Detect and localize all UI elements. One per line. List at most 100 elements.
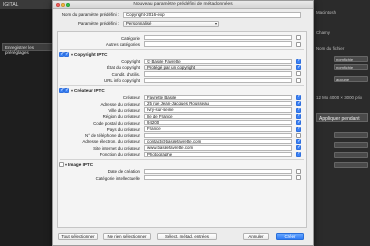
field-checkbox[interactable] bbox=[296, 113, 301, 119]
preset-label: Paramètre prédéfini : bbox=[78, 21, 119, 26]
zoom-window-icon[interactable] bbox=[66, 3, 70, 7]
field-checkbox[interactable] bbox=[296, 101, 301, 107]
create-button[interactable]: Créer bbox=[276, 233, 304, 240]
field-input[interactable]: Favrette Basile bbox=[144, 94, 292, 101]
preset-name-label: Nom du paramètre prédéfini : bbox=[61, 12, 119, 17]
field-checkbox[interactable] bbox=[296, 126, 301, 132]
field-input[interactable]: contact@basilefavrette.com bbox=[144, 138, 292, 145]
field-label: Créateur bbox=[122, 95, 140, 101]
close-window-icon[interactable] bbox=[56, 3, 60, 7]
field-label: Ville du créateur bbox=[108, 107, 140, 113]
field-checkbox[interactable] bbox=[296, 145, 301, 151]
section-title-text: Copyright IPTC bbox=[74, 51, 108, 57]
right-row: Macintosh bbox=[316, 10, 337, 15]
section-divider bbox=[60, 84, 304, 86]
field-label: Fonction du créateur bbox=[99, 152, 140, 157]
right-row: Chamy bbox=[316, 30, 330, 35]
select-filled-button[interactable]: Sélect. métad. entrées bbox=[157, 233, 217, 240]
field-input[interactable]: © Basile Favrette bbox=[144, 58, 292, 64]
select-all-button[interactable]: Tout sélectionner bbox=[58, 233, 98, 240]
field-checkbox[interactable] bbox=[296, 94, 301, 100]
right-select[interactable]: nomfichie bbox=[334, 56, 368, 62]
field-label: Adresse électron. du créateur bbox=[82, 139, 140, 145]
disclosure-triangle-icon[interactable]: ▾ bbox=[71, 88, 73, 93]
field-checkbox[interactable] bbox=[296, 41, 301, 47]
field-checkbox[interactable] bbox=[296, 138, 301, 145]
field-input[interactable] bbox=[144, 175, 292, 181]
right-row: Nom du fichier bbox=[316, 46, 345, 51]
field-label: URL info copyright bbox=[104, 78, 140, 83]
field-checkbox[interactable] bbox=[296, 64, 301, 71]
right-select[interactable] bbox=[334, 162, 368, 168]
minimize-window-icon[interactable] bbox=[61, 3, 65, 7]
right-select[interactable] bbox=[334, 132, 368, 138]
field-label: Condit. d'utilis. bbox=[111, 71, 140, 77]
section-divider bbox=[60, 48, 304, 50]
field-label: Date de création bbox=[107, 169, 140, 175]
right-select[interactable]: aucune bbox=[334, 76, 368, 82]
field-input[interactable]: France bbox=[144, 126, 292, 132]
field-label: Région du créateur bbox=[102, 114, 140, 120]
field-checkbox[interactable] bbox=[296, 107, 301, 113]
save-presets-button[interactable]: Enregistrer les préréglages bbox=[2, 43, 56, 55]
right-select[interactable] bbox=[334, 152, 368, 158]
preset-header-panel: Nom du paramètre prédéfini : Copyright-2… bbox=[57, 11, 309, 29]
cancel-button[interactable]: Annuler bbox=[243, 233, 269, 240]
left-panel bbox=[0, 0, 58, 246]
right-select[interactable]: nomfichie bbox=[334, 64, 368, 70]
field-input[interactable]: 25 rue Jean-Jacques Rousseau bbox=[144, 101, 292, 107]
field-label: État du copyright bbox=[107, 65, 140, 71]
section-checkbox[interactable] bbox=[59, 162, 64, 168]
field-label: Site internet du créateur bbox=[93, 145, 140, 151]
preset-name-input[interactable]: Copyright-2016-exp bbox=[123, 11, 301, 18]
field-checkbox[interactable] bbox=[296, 71, 301, 77]
field-label: Autres catégories bbox=[105, 41, 140, 47]
preset-select[interactable]: Personnalisé ▾ bbox=[123, 20, 219, 27]
right-row: 12 Mo 4000 × 3000 prix bbox=[316, 95, 363, 100]
new-metadata-preset-dialog: Nouveau paramètre prédéfini de métadonné… bbox=[52, 0, 314, 246]
field-checkbox[interactable] bbox=[296, 77, 301, 83]
field-label: Pays du créateur bbox=[106, 126, 140, 132]
field-input[interactable] bbox=[144, 35, 292, 41]
section-title[interactable]: ▾Créateur IPTC bbox=[71, 88, 105, 93]
field-input[interactable] bbox=[144, 71, 292, 77]
field-input[interactable] bbox=[144, 168, 292, 175]
section-checkbox[interactable] bbox=[64, 88, 69, 94]
chevron-down-icon: ▾ bbox=[214, 20, 217, 26]
dialog-title: Nouveau paramètre prédéfini de métadonné… bbox=[133, 2, 233, 7]
field-input[interactable]: Photographe bbox=[144, 151, 292, 157]
section-divider bbox=[60, 158, 304, 160]
metadata-fields-panel[interactable]: CatégorieAutres catégories▾Copyright IPT… bbox=[57, 31, 307, 228]
section-title-text: Créateur IPTC bbox=[74, 87, 105, 93]
field-checkbox[interactable] bbox=[296, 175, 301, 181]
field-input[interactable]: Ile de France bbox=[144, 113, 292, 120]
disclosure-triangle-icon[interactable]: ▾ bbox=[71, 52, 73, 57]
field-input[interactable]: 94200 bbox=[144, 120, 292, 126]
apply-during-import-header[interactable]: Appliquer pendant bbox=[316, 113, 368, 122]
section-checkbox[interactable] bbox=[64, 51, 69, 58]
field-input[interactable] bbox=[144, 132, 292, 138]
field-label: N° de téléphone du créateur bbox=[85, 133, 140, 139]
field-checkbox[interactable] bbox=[296, 132, 301, 138]
field-label: Adresse du créateur bbox=[100, 101, 140, 107]
field-input[interactable]: www.basilefavrette.com bbox=[144, 145, 292, 151]
field-checkbox[interactable] bbox=[296, 120, 301, 126]
right-select[interactable] bbox=[334, 142, 368, 148]
field-checkbox[interactable] bbox=[296, 169, 301, 174]
select-none-button[interactable]: Ne rien sélectionner bbox=[103, 233, 151, 240]
section-select-checkbox[interactable] bbox=[59, 51, 64, 58]
field-checkbox[interactable] bbox=[296, 58, 301, 64]
left-panel-header: IGITAL bbox=[3, 2, 19, 8]
field-input[interactable]: Ivry-sur-seine bbox=[144, 107, 292, 113]
preset-select-value: Personnalisé bbox=[126, 20, 152, 26]
section-title[interactable]: ▾Image IPTC bbox=[65, 162, 93, 167]
field-checkbox[interactable] bbox=[296, 151, 301, 157]
field-input[interactable] bbox=[144, 77, 292, 83]
field-label: Catégorie bbox=[120, 35, 140, 41]
disclosure-triangle-icon[interactable]: ▾ bbox=[65, 162, 67, 167]
field-input[interactable] bbox=[144, 41, 292, 47]
section-select-checkbox[interactable] bbox=[59, 88, 64, 94]
field-input[interactable]: Protégé par un copyright bbox=[144, 64, 292, 71]
field-checkbox[interactable] bbox=[296, 35, 301, 41]
section-title[interactable]: ▾Copyright IPTC bbox=[71, 52, 107, 57]
